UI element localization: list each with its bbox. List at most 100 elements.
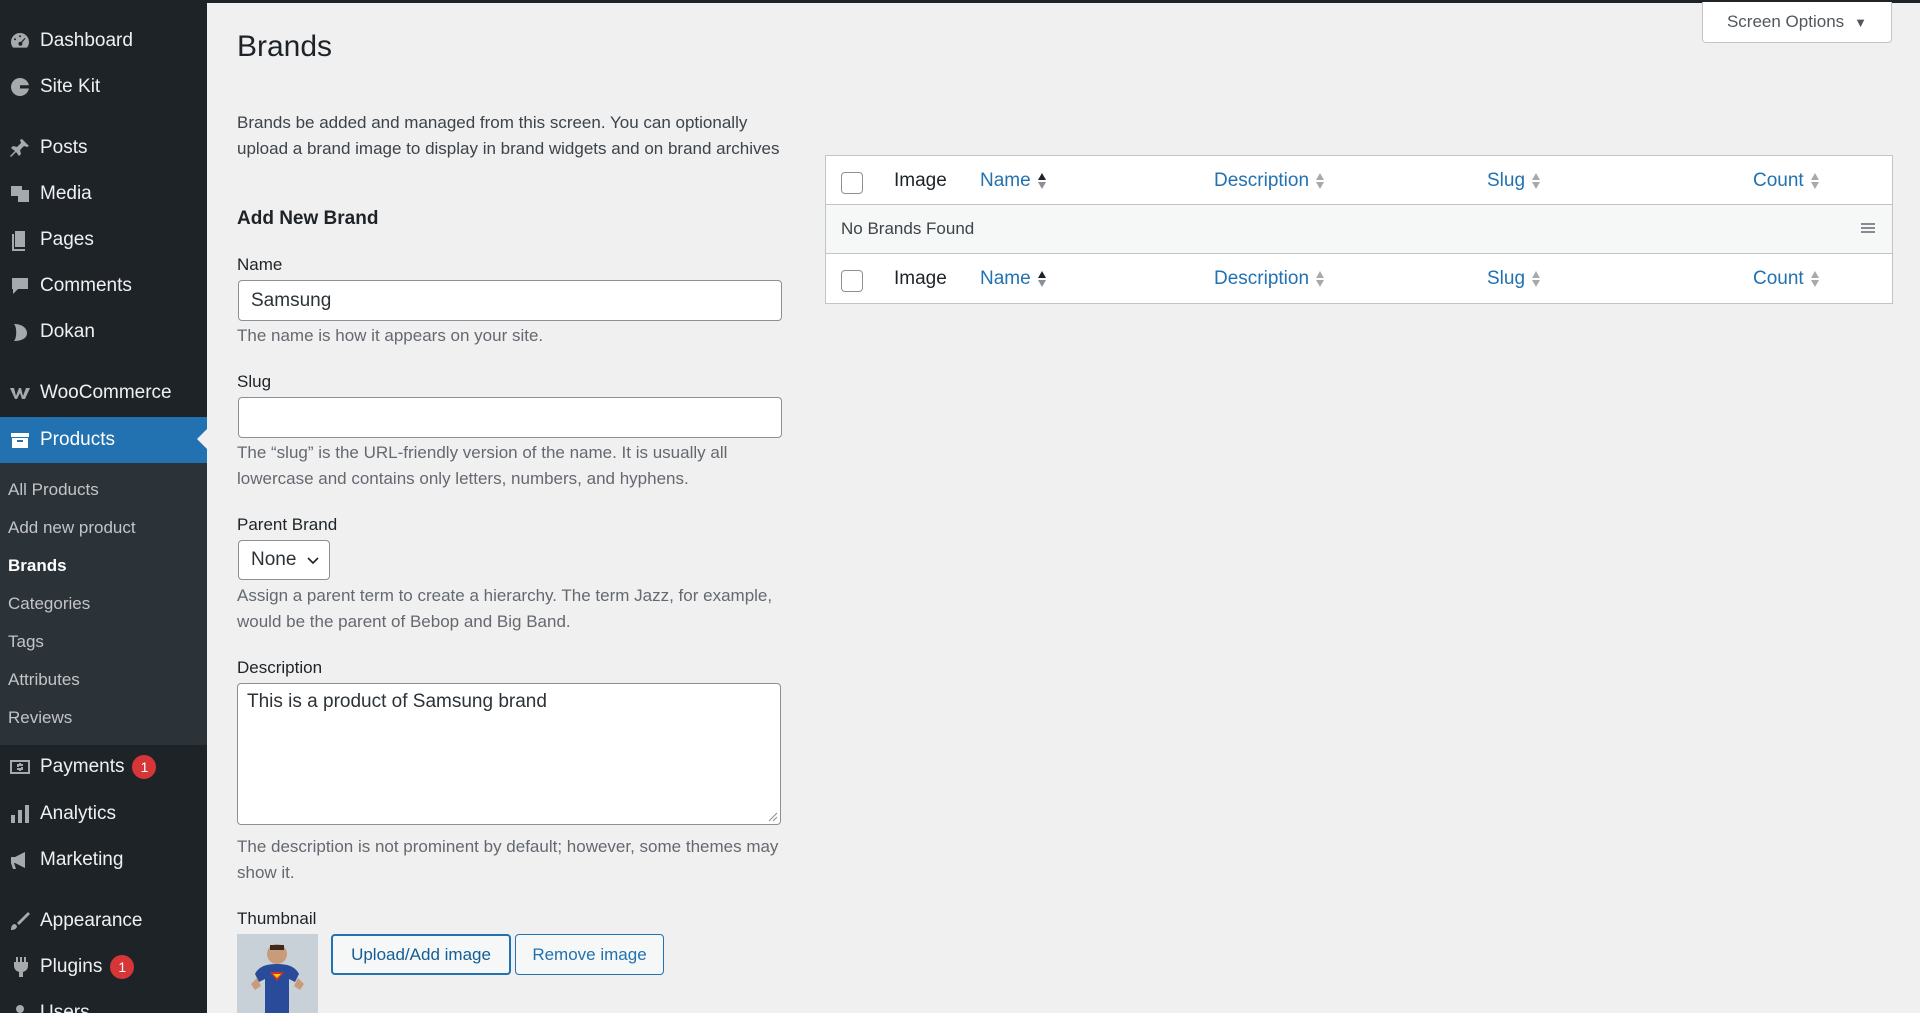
- submenu-all-products[interactable]: All Products: [8, 480, 99, 500]
- column-name-sort-footer[interactable]: Name: [980, 268, 1047, 290]
- archive-icon: [0, 418, 40, 462]
- sort-icon: [1316, 271, 1325, 287]
- column-slug-sort-footer[interactable]: Slug: [1487, 268, 1541, 290]
- caret-down-icon: ▼: [1854, 14, 1868, 30]
- menu-item-comments[interactable]: Comments: [0, 264, 207, 308]
- name-help: The name is how it appears on your site.: [237, 326, 544, 345]
- sort-icon: [1810, 271, 1819, 287]
- submenu-tags[interactable]: Tags: [8, 632, 44, 652]
- thumbnail-label: Thumbnail: [237, 909, 317, 928]
- menu-item-marketing[interactable]: Marketing: [0, 838, 207, 882]
- slug-help: The “slug” is the URL-friendly version o…: [237, 443, 728, 488]
- column-image-footer: Image: [894, 268, 947, 289]
- column-name-label: Name: [980, 170, 1031, 191]
- sort-icon: [1037, 271, 1046, 287]
- menu-label: Products: [40, 429, 115, 450]
- thumbnail-image: [237, 934, 318, 1013]
- sort-icon: [1532, 271, 1541, 287]
- chevron-down-icon: [307, 557, 319, 565]
- menu-item-dashboard[interactable]: Dashboard: [0, 19, 207, 63]
- payments-icon: [0, 745, 40, 789]
- column-description-label: Description: [1214, 170, 1310, 191]
- column-count-sort[interactable]: Count: [1753, 170, 1820, 192]
- remove-image-button[interactable]: Remove image: [515, 934, 664, 975]
- page-title: Brands: [237, 30, 333, 63]
- admin-bar-edge: [0, 0, 1920, 3]
- bar-chart-icon: [0, 792, 40, 836]
- column-description-sort[interactable]: Description: [1214, 170, 1325, 192]
- column-name-sort[interactable]: Name: [980, 170, 1047, 192]
- menu-item-products[interactable]: Products: [0, 417, 207, 463]
- description-help: The description is not prominent by defa…: [237, 837, 779, 882]
- submenu-categories[interactable]: Categories: [8, 594, 90, 614]
- submenu-reviews[interactable]: Reviews: [8, 708, 72, 728]
- menu-label: Dokan: [40, 321, 95, 342]
- menu-item-pages[interactable]: Pages: [0, 218, 207, 262]
- menu-item-site-kit[interactable]: Site Kit: [0, 65, 207, 109]
- menu-label: Posts: [40, 137, 88, 158]
- menu-label: Dashboard: [40, 30, 133, 51]
- menu-label: Users: [40, 1002, 90, 1013]
- woocommerce-icon: [0, 371, 40, 415]
- users-icon: [0, 991, 40, 1013]
- menu-label: Marketing: [40, 849, 124, 870]
- submenu-add-new-product[interactable]: Add new product: [8, 518, 136, 538]
- column-name-label: Name: [980, 268, 1031, 289]
- brush-icon: [0, 899, 40, 943]
- dokan-icon: [0, 310, 40, 354]
- slug-label: Slug: [237, 372, 272, 391]
- sitekit-icon: [0, 65, 40, 109]
- select-all-checkbox-footer[interactable]: [841, 270, 863, 292]
- menu-item-analytics[interactable]: Analytics: [0, 792, 207, 836]
- column-slug-label: Slug: [1487, 268, 1526, 289]
- person-superman-shirt-icon: [237, 934, 318, 1013]
- submenu-brands[interactable]: Brands: [8, 556, 67, 576]
- table-header-row: Image Name Description Slug Count: [826, 156, 1892, 205]
- plugin-icon: [0, 945, 40, 989]
- name-input[interactable]: Samsung: [238, 280, 782, 321]
- submenu-attributes[interactable]: Attributes: [8, 670, 80, 690]
- select-all-checkbox[interactable]: [841, 172, 863, 194]
- column-slug-sort[interactable]: Slug: [1487, 170, 1541, 192]
- menu-item-posts[interactable]: Posts: [0, 126, 207, 170]
- column-count-label: Count: [1753, 170, 1804, 191]
- parent-brand-select[interactable]: None: [238, 540, 330, 580]
- menu-item-appearance[interactable]: Appearance: [0, 899, 207, 943]
- menu-label: Pages: [40, 229, 94, 250]
- drag-handle-icon[interactable]: [1861, 222, 1875, 234]
- upload-image-button[interactable]: Upload/Add image: [331, 934, 511, 975]
- slug-input[interactable]: [238, 397, 782, 438]
- menu-label: Appearance: [40, 910, 143, 931]
- description-value: This is a product of Samsung brand: [247, 691, 547, 712]
- screen-options-button[interactable]: Screen Options ▼: [1702, 2, 1892, 43]
- menu-item-users[interactable]: Users: [0, 991, 207, 1013]
- description-textarea[interactable]: This is a product of Samsung brand: [237, 683, 781, 825]
- column-count-label: Count: [1753, 268, 1804, 289]
- menu-label: Comments: [40, 275, 132, 296]
- payments-badge: 1: [132, 755, 157, 779]
- column-count-sort-footer[interactable]: Count: [1753, 268, 1820, 290]
- pin-icon: [0, 126, 40, 170]
- megaphone-icon: [0, 838, 40, 882]
- sort-icon: [1810, 173, 1819, 189]
- menu-label: Site Kit: [40, 76, 101, 97]
- menu-label: Analytics: [40, 803, 117, 824]
- resize-grip-icon[interactable]: [768, 812, 778, 822]
- comment-icon: [0, 264, 40, 308]
- menu-item-media[interactable]: Media: [0, 172, 207, 216]
- menu-item-dokan[interactable]: Dokan: [0, 310, 207, 354]
- table-empty-row: No Brands Found: [826, 205, 1892, 254]
- description-label: Description: [237, 658, 323, 677]
- brands-table: Image Name Description Slug Count No Bra…: [825, 155, 1893, 304]
- menu-item-payments[interactable]: Payments 1: [0, 745, 207, 789]
- menu-label: Media: [40, 183, 92, 204]
- menu-item-woocommerce[interactable]: WooCommerce: [0, 371, 207, 415]
- intro-text: Brands be added and managed from this sc…: [237, 113, 780, 158]
- menu-item-plugins[interactable]: Plugins 1: [0, 945, 207, 989]
- menu-label: Payments: [40, 756, 125, 777]
- no-brands-found: No Brands Found: [841, 219, 975, 238]
- admin-sidebar: Dashboard Site Kit Posts Media Pages Com…: [0, 0, 207, 1013]
- column-description-label: Description: [1214, 268, 1310, 289]
- column-description-sort-footer[interactable]: Description: [1214, 268, 1325, 290]
- screen-options-label: Screen Options: [1726, 12, 1845, 31]
